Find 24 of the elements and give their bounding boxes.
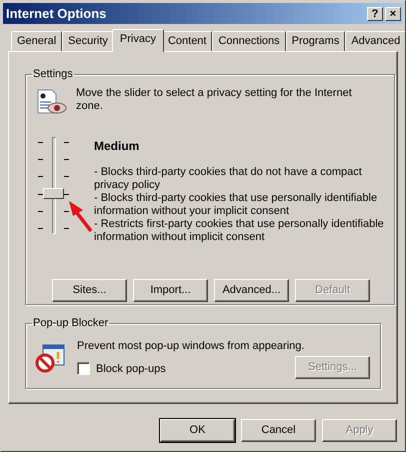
close-button[interactable]: × bbox=[385, 6, 401, 20]
dialog-button[interactable]: Cancel bbox=[241, 419, 316, 442]
dialog-button[interactable]: Sites... bbox=[52, 278, 127, 302]
tab[interactable]: General bbox=[11, 31, 62, 51]
window-title: Internet Options bbox=[6, 4, 108, 23]
group-label: Pop-up Blocker bbox=[32, 316, 110, 331]
description-text: - Blocks third-party cookies that do not have a compact privacy policy bbox=[94, 166, 363, 192]
help-button[interactable]: ? bbox=[367, 6, 383, 20]
dialog-button[interactable]: Advanced... bbox=[214, 278, 289, 302]
tab[interactable]: Advanced bbox=[345, 31, 406, 51]
tab[interactable]: Security bbox=[62, 31, 114, 51]
tab[interactable]: Connections bbox=[212, 31, 286, 51]
description-text: Prevent most pop-up windows from appearing. bbox=[77, 338, 304, 354]
tab[interactable]: Content bbox=[162, 31, 212, 51]
tab[interactable]: Privacy bbox=[112, 29, 164, 52]
description-text: - Restricts first-party cookies that use personally identifiable information without implicit consent bbox=[94, 218, 384, 244]
tab[interactable]: Programs bbox=[286, 31, 346, 51]
description-text: - Blocks third-party cookies that use personally identifiable information without your implicit consent bbox=[94, 192, 378, 218]
dialog-button[interactable]: OK bbox=[160, 419, 235, 442]
group-label: Settings bbox=[32, 67, 74, 82]
checkbox-label[interactable]: Block pop-ups bbox=[96, 360, 166, 377]
dialog-button[interactable]: Import... bbox=[133, 278, 208, 302]
level-name: Medium bbox=[94, 138, 140, 154]
intro-text: Move the slider to select a privacy setting for the Internet zone. bbox=[76, 86, 353, 114]
